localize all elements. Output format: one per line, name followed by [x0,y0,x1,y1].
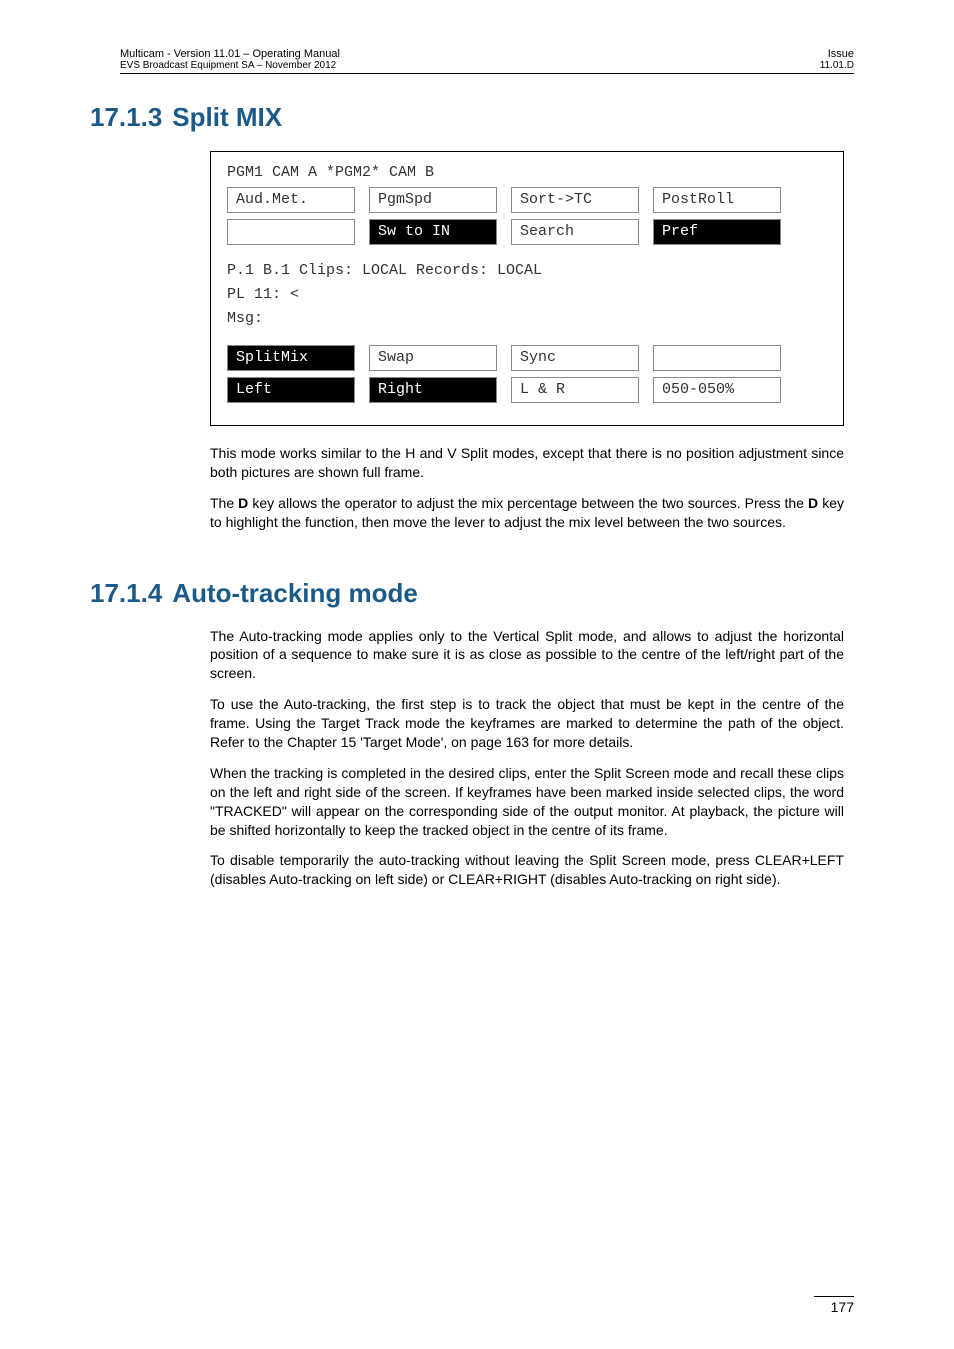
pgmspd-button[interactable]: PgmSpd [369,187,497,213]
sw-to-in-button[interactable]: Sw to IN [369,219,497,245]
para2-key-1: D [238,495,248,511]
empty-field[interactable] [227,219,355,245]
header-left-title: Multicam - Version 11.01 – Operating Man… [120,48,340,60]
postroll-button[interactable]: PostRoll [653,187,781,213]
status-line: PGM1 CAM A *PGM2* CAM B [227,164,827,181]
empty-field-2[interactable] [653,345,781,371]
ui-row-2: Sw to IN Search Pref [227,219,827,245]
l-and-r-button[interactable]: L & R [511,377,639,403]
header-right-title: Issue [820,48,854,60]
section-title: Split MIX [172,102,282,132]
section-number: 17.1.3 [90,102,162,132]
sync-button[interactable]: Sync [511,345,639,371]
section-title-2: Auto-tracking mode [172,578,418,608]
aud-met-button[interactable]: Aud.Met. [227,187,355,213]
header-left-subtitle: EVS Broadcast Equipment SA – November 20… [120,60,340,71]
paragraph-1: This mode works similar to the H and V S… [210,444,844,482]
section-heading-split-mix: 17.1.3 Split MIX [90,102,854,133]
msg-line: Msg: [227,307,827,331]
ui-mockup: PGM1 CAM A *PGM2* CAM B Aud.Met. PgmSpd … [210,151,844,426]
s2-paragraph-4: To disable temporarily the auto-tracking… [210,851,844,889]
left-button[interactable]: Left [227,377,355,403]
para2-text-1: The [210,495,238,511]
ui-row-1: Aud.Met. PgmSpd Sort->TC PostRoll [227,187,827,213]
s2-paragraph-2: To use the Auto-tracking, the first step… [210,695,844,752]
section-number-2: 17.1.4 [90,578,162,608]
clips-records-line: P.1 B.1 Clips: LOCAL Records: LOCAL [227,259,827,283]
splitmix-button[interactable]: SplitMix [227,345,355,371]
para2-key-2: D [808,495,818,511]
mix-percent-field[interactable]: 050-050% [653,377,781,403]
ui-mid-block: P.1 B.1 Clips: LOCAL Records: LOCAL PL 1… [227,259,827,331]
header-right-version: 11.01.D [820,60,854,71]
page-number: 177 [814,1296,854,1315]
ui-row-3: SplitMix Swap Sync [227,345,827,371]
right-button[interactable]: Right [369,377,497,403]
ui-row-4: Left Right L & R 050-050% [227,377,827,403]
s2-paragraph-1: The Auto-tracking mode applies only to t… [210,627,844,684]
pl-line: PL 11: < [227,283,827,307]
s2-paragraph-3: When the tracking is completed in the de… [210,764,844,840]
sort-tc-button[interactable]: Sort->TC [511,187,639,213]
section-heading-auto-tracking: 17.1.4 Auto-tracking mode [90,578,854,609]
paragraph-2: The D key allows the operator to adjust … [210,494,844,532]
pref-button[interactable]: Pref [653,219,781,245]
swap-button[interactable]: Swap [369,345,497,371]
para2-text-2: key allows the operator to adjust the mi… [248,495,808,511]
running-header: Multicam - Version 11.01 – Operating Man… [120,48,854,74]
search-button[interactable]: Search [511,219,639,245]
